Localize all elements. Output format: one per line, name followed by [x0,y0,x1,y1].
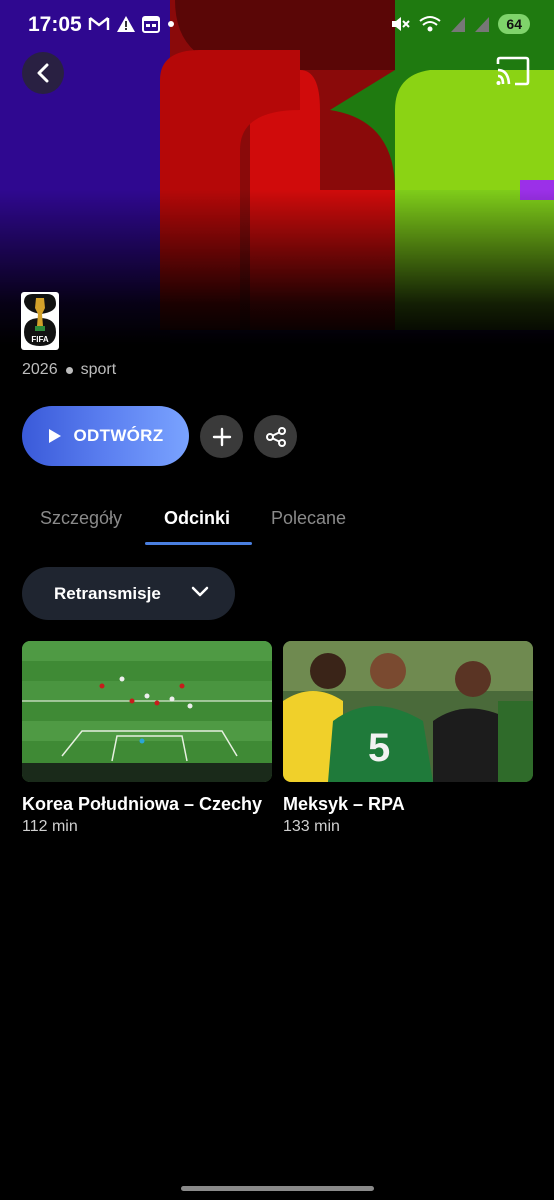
meta-separator [65,366,73,374]
gmail-icon [88,17,110,30]
chevron-left-icon [37,63,49,83]
battery-level: 64 [498,14,530,34]
svg-text:5: 5 [368,726,390,770]
episode-card[interactable]: 5 Meksyk – RPA 133 min [283,641,533,836]
back-button[interactable] [22,52,64,94]
wifi-icon [419,16,442,32]
episode-thumbnail[interactable] [22,641,272,782]
football-pitch-image [22,641,272,782]
system-icons: 64 [390,14,530,34]
tab-recommended[interactable]: Polecane [271,508,346,529]
show-genre: sport [80,361,117,378]
status-bar: 17:05 64 [0,0,554,52]
show-meta: 2026 sport [22,361,116,379]
share-icon [265,426,286,447]
more-notifications-icon [168,21,174,27]
play-icon [48,429,61,443]
episode-duration: 112 min [22,818,78,835]
fifa-world-cup-logo: FIFA [21,292,59,350]
share-button[interactable] [254,415,297,458]
episode-duration: 133 min [283,818,340,835]
status-time: 17:05 [28,13,82,36]
calendar-icon [142,16,160,33]
cast-icon [496,56,530,86]
episode-thumbnail[interactable]: 5 [283,641,533,782]
dropdown-selected-value: Retransmisje [54,583,161,603]
home-indicator[interactable] [181,1186,374,1191]
plus-icon [212,427,231,446]
episode-title: Meksyk – RPA [283,794,405,814]
add-to-list-button[interactable] [200,415,243,458]
signal-icon-2 [475,17,490,32]
mute-icon [392,17,411,31]
warning-icon [117,16,135,32]
chevron-down-icon [191,586,209,597]
active-tab-indicator [145,542,252,545]
show-year: 2026 [22,361,58,378]
tab-details[interactable]: Szczegóły [40,508,122,529]
play-button[interactable]: ODTWÓRZ [22,406,189,466]
season-filter-dropdown[interactable]: Retransmisje [22,567,235,620]
players-photo-image: 5 [283,641,533,782]
notification-icons [88,15,176,33]
episode-card[interactable]: Korea Południowa – Czechy 112 min [22,641,272,836]
signal-icon-1 [451,17,466,32]
episode-title: Korea Południowa – Czechy [22,794,263,814]
fifa-logo-text: FIFA [31,335,49,344]
content-tabs: Szczegóły Odcinki Polecane [0,500,554,546]
trophy-logo-icon: FIFA [24,294,56,346]
cast-button[interactable] [494,54,532,88]
tab-episodes[interactable]: Odcinki [164,508,230,529]
play-button-label: ODTWÓRZ [73,426,164,445]
